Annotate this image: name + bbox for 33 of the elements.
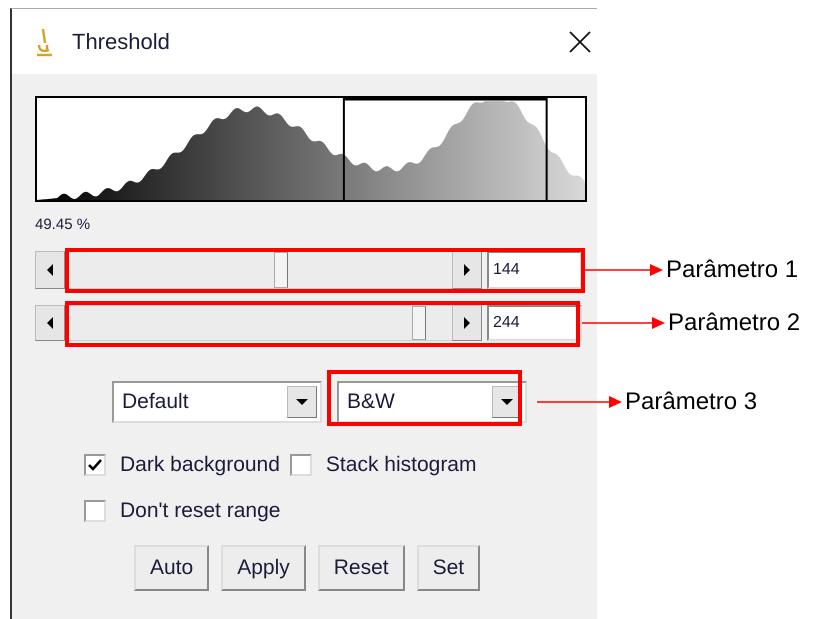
right-arrow-icon (463, 263, 471, 277)
caret-icon (295, 398, 309, 406)
check-icon (88, 459, 102, 471)
checkbox[interactable] (84, 454, 106, 476)
slider-thumb[interactable] (274, 252, 288, 288)
dialog-button[interactable]: Apply (221, 545, 306, 591)
slider-thumb[interactable] (412, 306, 426, 340)
checkbox[interactable] (84, 500, 106, 522)
right-arrow-icon (463, 316, 471, 330)
left-arrow-icon (46, 316, 54, 330)
scroll-left-button[interactable] (35, 305, 65, 341)
callout-label: Parâmetro 1 (666, 256, 798, 284)
value-field[interactable]: 244 (487, 305, 582, 341)
left-arrow-icon (46, 263, 54, 277)
checkbox-label: Dark background (120, 453, 280, 477)
value-field[interactable]: 144 (487, 251, 582, 289)
callout-label: Parâmetro 2 (668, 309, 800, 337)
window-title: Threshold (72, 28, 171, 54)
checkbox-label: Don't reset range (120, 499, 280, 523)
checkbox[interactable] (290, 454, 312, 476)
close-icon[interactable] (569, 30, 591, 52)
dropdown[interactable]: B&W (337, 381, 527, 423)
dropdown[interactable]: Default (112, 381, 322, 423)
scroll-right-button[interactable] (452, 251, 482, 289)
dialog-button[interactable]: Reset (318, 545, 405, 591)
scroll-left-button[interactable] (35, 251, 65, 289)
caret-icon (500, 398, 514, 406)
checkbox-label: Stack histogram (326, 453, 476, 477)
dialog-button[interactable]: Set (416, 545, 480, 591)
scroll-right-button[interactable] (452, 305, 482, 341)
callout-label: Parâmetro 3 (625, 388, 758, 416)
dialog-button[interactable]: Auto (134, 545, 210, 591)
percent-label: 49.45 % (35, 216, 90, 233)
